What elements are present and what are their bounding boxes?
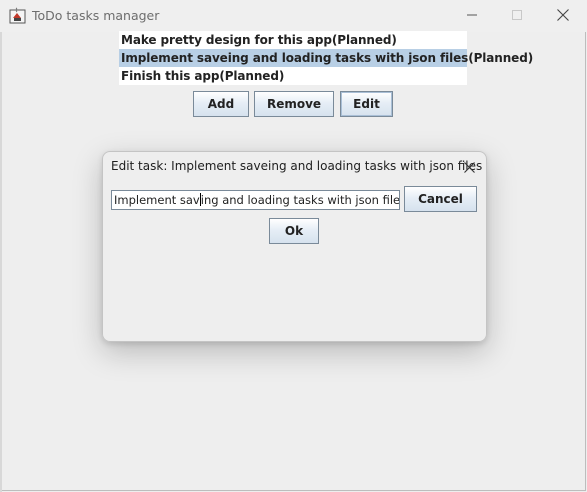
cancel-button[interactable]: Cancel [404, 186, 477, 212]
edit-task-dialog: Edit task: Implement saveing and loading… [102, 151, 487, 342]
edit-button[interactable]: Edit [340, 91, 393, 117]
dialog-title: Edit task: Implement saveing and loading… [111, 159, 483, 173]
task-list[interactable]: Make pretty design for this app(Planned)… [119, 31, 533, 85]
close-icon[interactable] [540, 0, 586, 30]
list-item[interactable]: Make pretty design for this app(Planned) [119, 31, 467, 49]
java-app-icon [9, 7, 26, 24]
window-left-edge [0, 32, 2, 492]
window-title: ToDo tasks manager [32, 8, 160, 23]
ok-button[interactable]: Ok [269, 218, 319, 244]
dialog-close-icon[interactable] [458, 156, 480, 178]
remove-button[interactable]: Remove [254, 91, 334, 117]
list-item-selected[interactable]: Implement saveing and loading tasks with… [119, 49, 533, 67]
input-text-after-caret: ing and loading tasks with json files [200, 193, 400, 207]
add-button[interactable]: Add [193, 91, 249, 117]
minimize-icon[interactable] [449, 0, 495, 30]
task-name-input[interactable]: Implement saving and loading tasks with … [111, 190, 400, 210]
list-item[interactable]: Finish this app(Planned) [119, 67, 467, 85]
input-text-before-caret: Implement sav [114, 193, 200, 207]
maximize-icon[interactable] [494, 0, 540, 30]
title-bar[interactable]: ToDo tasks manager [0, 0, 587, 32]
